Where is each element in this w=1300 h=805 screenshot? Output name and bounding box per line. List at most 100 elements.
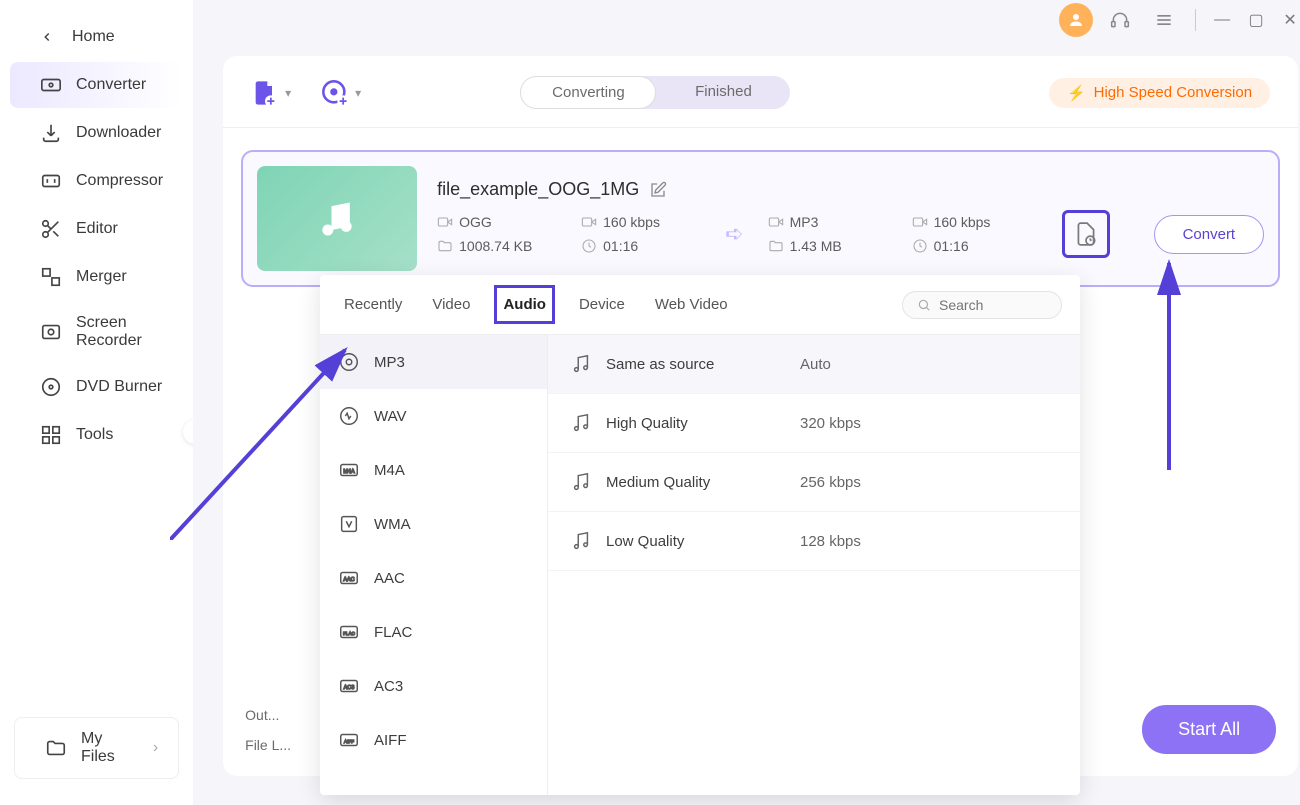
video-icon [437,214,453,230]
sidebar-item-tools[interactable]: Tools [10,412,183,458]
sidebar: Home Converter Downloader Compressor Edi… [0,0,193,805]
music-icon [570,471,592,493]
sidebar-item-downloader[interactable]: Downloader [10,110,183,156]
dst-format: MP3 [790,214,819,230]
sidebar-item-dvd-burner[interactable]: DVD Burner [10,364,183,410]
tab-finished[interactable]: Finished [656,76,790,109]
format-label: MP3 [374,354,405,371]
svg-text:AIFF: AIFF [344,739,354,744]
ac3-icon: AC3 [338,675,360,697]
aac-icon: AAC [338,567,360,589]
menu-icon[interactable] [1147,3,1181,37]
separator [1195,9,1196,31]
format-popover: Recently Video Audio Device Web Video MP… [320,275,1080,795]
download-icon [40,122,62,144]
folder-icon [45,737,67,759]
quality-item-high[interactable]: High Quality320 kbps [548,394,1080,453]
chevron-down-icon: ▾ [355,86,361,100]
quality-item-same[interactable]: Same as sourceAuto [548,335,1080,394]
sidebar-item-screen-recorder[interactable]: Screen Recorder [10,302,183,362]
quality-item-low[interactable]: Low Quality128 kbps [548,512,1080,571]
window-maximize[interactable]: ▢ [1244,10,1268,30]
quality-name: Low Quality [606,533,786,550]
aiff-icon: AIFF [338,729,360,751]
sidebar-item-label: Converter [76,76,146,94]
src-bitrate: 160 kbps [603,214,660,230]
add-disc-button[interactable]: ▾ [321,79,361,107]
sidebar-item-compressor[interactable]: Compressor [10,158,183,204]
convert-button[interactable]: Convert [1154,215,1265,254]
popover-tabs: Recently Video Audio Device Web Video [320,275,1080,335]
recorder-icon [40,321,62,343]
folder-icon [768,238,784,254]
svg-text:FLAC: FLAC [343,631,355,636]
output-label: Out... [245,707,291,723]
format-item-flac[interactable]: FLAC FLAC [320,605,547,659]
clock-icon [912,238,928,254]
dst-size: 1.43 MB [790,238,842,254]
clock-icon [581,238,597,254]
format-label: AC3 [374,678,403,695]
svg-text:AAC: AAC [343,577,354,583]
quality-rate: 256 kbps [800,474,861,491]
chevron-left-icon [36,26,58,48]
video-icon [581,214,597,230]
folder-icon [437,238,453,254]
format-item-aiff[interactable]: AIFFAIFF [320,713,547,767]
music-icon [570,530,592,552]
quality-rate: Auto [800,356,831,373]
edit-name-icon[interactable] [649,181,667,199]
sidebar-item-label: Screen Recorder [76,314,163,350]
file-card: file_example_OOG_1MG OGG 1008.74 KB 160 … [241,150,1280,287]
music-icon [570,353,592,375]
disc-icon [40,376,62,398]
sidebar-home[interactable]: Home [10,14,183,60]
flac-icon: FLAC [338,621,360,643]
format-item-aac[interactable]: AACAAC [320,551,547,605]
scissors-icon [40,218,62,240]
popover-tab-video[interactable]: Video [426,288,476,321]
arrow-right-icon: ➪ [725,221,743,247]
chevron-right-icon: › [153,739,158,757]
sidebar-home-label: Home [72,28,115,46]
add-file-icon [251,79,279,107]
sidebar-item-editor[interactable]: Editor [10,206,183,252]
file-name: file_example_OOG_1MG [437,179,639,200]
popover-tab-webvideo[interactable]: Web Video [649,288,734,321]
dst-bitrate: 160 kbps [934,214,991,230]
popover-tab-audio[interactable]: Audio [494,285,555,324]
output-settings-button[interactable] [1062,210,1110,258]
search-input[interactable] [939,297,1047,313]
sidebar-item-converter[interactable]: Converter [10,62,183,108]
avatar-icon[interactable] [1059,3,1093,37]
quality-list[interactable]: Same as sourceAuto High Quality320 kbps … [548,335,1080,795]
dst-duration: 01:16 [934,238,969,254]
sidebar-item-label: Downloader [76,124,161,142]
high-speed-button[interactable]: ⚡ High Speed Conversion [1049,78,1270,108]
src-size: 1008.74 KB [459,238,532,254]
search-box[interactable] [902,291,1062,319]
chevron-down-icon: ▾ [285,86,291,100]
sidebar-my-files[interactable]: My Files › [15,718,178,778]
tab-converting[interactable]: Converting [520,76,656,109]
compressor-icon [40,170,62,192]
popover-tab-recently[interactable]: Recently [338,288,408,321]
format-label: WAV [374,408,407,425]
high-speed-label: High Speed Conversion [1094,84,1252,101]
format-label: M4A [374,462,405,479]
music-icon [570,412,592,434]
headset-icon[interactable] [1103,3,1137,37]
search-icon [917,298,931,312]
format-item-ac3[interactable]: AC3 AC3 [320,659,547,713]
sidebar-item-label: DVD Burner [76,378,162,396]
window-close[interactable]: ✕ [1278,10,1300,30]
window-minimize[interactable]: — [1210,11,1234,29]
add-file-button[interactable]: ▾ [251,79,291,107]
popover-tab-device[interactable]: Device [573,288,631,321]
annotation-arrow [1157,255,1187,475]
format-label: FLAC [374,624,412,641]
quality-item-medium[interactable]: Medium Quality256 kbps [548,453,1080,512]
sidebar-item-merger[interactable]: Merger [10,254,183,300]
filel-label: File L... [245,737,291,753]
start-all-button[interactable]: Start All [1142,705,1276,754]
